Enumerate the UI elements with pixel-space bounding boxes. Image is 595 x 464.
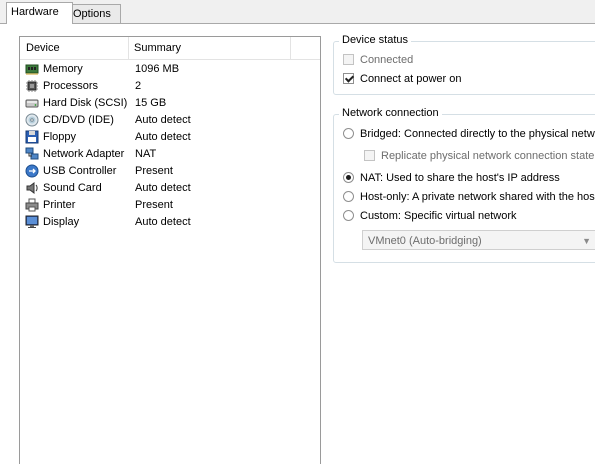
usb-icon: [25, 164, 39, 178]
device-name: Processors: [43, 80, 99, 92]
connected-label: Connected: [360, 54, 414, 66]
radio-circle[interactable]: [343, 128, 354, 139]
device-name: Display: [43, 216, 80, 228]
replicate-label: Replicate physical network connection st…: [381, 150, 595, 162]
sound-card-icon: [25, 181, 39, 195]
device-summary: Auto detect: [135, 216, 191, 228]
column-separator[interactable]: [128, 37, 129, 59]
floppy-icon: [25, 130, 39, 144]
device-row-display[interactable]: Display Auto detect: [25, 214, 315, 231]
device-summary: Present: [135, 165, 173, 177]
display-icon: [25, 215, 39, 229]
radio-circle[interactable]: [343, 191, 354, 202]
device-row-usb-controller[interactable]: USB Controller Present: [25, 163, 315, 180]
device-row-printer[interactable]: Printer Present: [25, 197, 315, 214]
column-separator[interactable]: [290, 37, 291, 59]
device-list-header: Device Summary: [20, 37, 320, 60]
device-name: Memory: [43, 63, 83, 75]
device-summary: 15 GB: [135, 97, 167, 109]
device-summary: Auto detect: [135, 131, 191, 143]
host-only-label: Host-only: A private network shared with…: [360, 191, 595, 203]
device-name: Printer: [43, 199, 76, 211]
device-summary: Present: [135, 199, 173, 211]
radio-circle[interactable]: [343, 172, 354, 183]
printer-icon: [25, 198, 39, 212]
processor-icon: [25, 79, 39, 93]
tab-hardware[interactable]: Hardware: [6, 2, 73, 24]
device-name: Hard Disk (SCSI): [43, 97, 128, 109]
device-row-network-adapter[interactable]: Network Adapter NAT: [25, 146, 315, 163]
device-summary: 2: [135, 80, 142, 92]
device-name: Sound Card: [43, 182, 102, 194]
device-summary: 1096 MB: [135, 63, 180, 75]
memory-icon: [25, 62, 39, 76]
device-summary: Auto detect: [135, 182, 191, 194]
device-status-title: Device status: [339, 34, 412, 46]
device-summary: Auto detect: [135, 114, 191, 126]
custom-network-select[interactable]: VMnet0 (Auto-bridging) ▼: [362, 230, 595, 250]
connect-at-power-on-label: Connect at power on: [360, 73, 462, 85]
tab-strip: Hardware Options: [0, 0, 595, 24]
custom-label: Custom: Specific virtual network: [360, 210, 517, 222]
bridged-label: Bridged: Connected directly to the physi…: [360, 128, 595, 140]
device-name: CD/DVD (IDE): [43, 114, 114, 126]
chevron-down-icon[interactable]: ▼: [582, 231, 591, 251]
device-row-hard-disk[interactable]: Hard Disk (SCSI) 15 GB: [25, 95, 315, 112]
tab-options[interactable]: Options: [68, 4, 121, 23]
cd-dvd-icon: [25, 113, 39, 127]
device-summary: NAT: [135, 148, 157, 160]
device-name: Network Adapter: [43, 148, 125, 160]
hard-disk-icon: [25, 96, 39, 110]
device-row-memory[interactable]: Memory 1096 MB: [25, 61, 315, 78]
network-adapter-icon: [25, 147, 39, 161]
radio-circle[interactable]: [343, 210, 354, 221]
device-list[interactable]: Device Summary Memory 1096 MB Processors…: [19, 36, 321, 464]
checkbox-box[interactable]: [343, 73, 354, 84]
device-name: Floppy: [43, 131, 77, 143]
column-header-summary[interactable]: Summary: [134, 37, 181, 59]
device-name: USB Controller: [43, 165, 117, 177]
custom-network-value: VMnet0 (Auto-bridging): [368, 235, 482, 247]
device-row-sound-card[interactable]: Sound Card Auto detect: [25, 180, 315, 197]
network-connection-title: Network connection: [339, 107, 442, 119]
device-row-processors[interactable]: Processors 2: [25, 78, 315, 95]
checkbox-box[interactable]: [364, 150, 375, 161]
nat-label: NAT: Used to share the host's IP address: [360, 172, 560, 184]
device-row-floppy[interactable]: Floppy Auto detect: [25, 129, 315, 146]
column-header-device[interactable]: Device: [26, 37, 60, 59]
device-row-cd-dvd[interactable]: CD/DVD (IDE) Auto detect: [25, 112, 315, 129]
checkbox-box[interactable]: [343, 54, 354, 65]
